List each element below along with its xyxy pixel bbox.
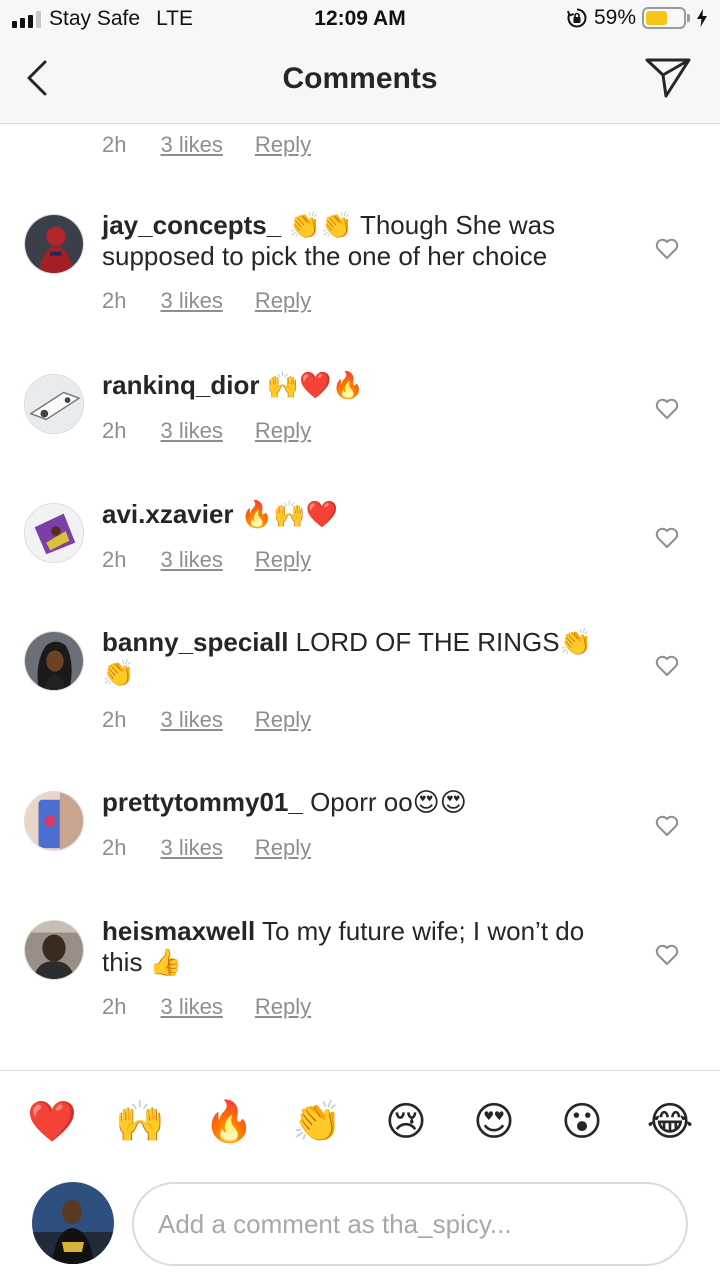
comment-meta: 2h 3 likes Reply [102,418,311,444]
reply-button[interactable]: Reply [255,835,311,861]
reply-button[interactable]: Reply [255,707,311,733]
emoji-raised-hands-button[interactable]: 🙌 [115,1097,165,1147]
comments-list[interactable]: 2h 3 likes Reply jay_concepts_ 👏👏 Though… [0,124,720,1069]
comment-meta: 2h 3 likes Reply [102,547,311,573]
comment-meta: 2h 3 likes Reply [102,288,311,314]
comment-meta: 2h 3 likes Reply [102,835,311,861]
emoji-laughing-button[interactable]: 😂 [645,1097,695,1147]
add-comment-input[interactable] [132,1182,688,1266]
comment-likes-link[interactable]: 3 likes [160,547,222,573]
heart-outline-icon [655,815,679,836]
comment-body: Oporr oo😍😍 [302,787,467,817]
comment-time: 2h [102,418,127,443]
emoji-heart-button[interactable]: ❤️ [27,1097,77,1147]
share-button[interactable] [644,56,692,100]
comment-time: 2h [102,132,127,157]
comment-time: 2h [102,707,127,732]
comment-likes-link[interactable]: 3 likes [160,994,222,1020]
emoji-fire-button[interactable]: 🔥 [204,1097,254,1147]
comment-username[interactable]: prettytommy01_ [102,787,303,817]
emoji-surprised-button[interactable]: 😮 [557,1097,607,1147]
avatar[interactable] [24,791,84,851]
direct-message-icon [645,58,691,98]
page-title: Comments [282,62,438,95]
emoji-crying-button[interactable]: 😢 [381,1097,431,1147]
comment-time: 2h [102,288,127,313]
like-comment-button[interactable] [654,813,680,839]
comment-text: prettytommy01_ Oporr oo😍😍 [102,787,622,818]
comment-likes-link[interactable]: 3 likes [160,288,222,314]
like-comment-button[interactable] [654,396,680,422]
reply-button[interactable]: Reply [255,994,311,1020]
emoji-clap-button[interactable]: 👏 [292,1097,342,1147]
reply-button[interactable]: Reply [255,418,311,444]
battery-percent: 59% [593,6,636,29]
emoji-quick-reply-bar: ❤️ 🙌 🔥 👏 😢 😍 😮 😂 [0,1070,720,1170]
comment-text: heismaxwell To my future wife; I won’t d… [102,916,622,978]
comment-username[interactable]: rankinq_dior [102,370,259,400]
status-right: 59% [566,6,708,30]
charging-bolt-icon [697,9,707,27]
comment-time: 2h [102,547,127,572]
comment-username[interactable]: banny_speciall [102,627,288,657]
comment-composer [0,1170,720,1280]
comment-text: rankinq_dior 🙌❤️🔥 [102,370,622,401]
comment-likes-link[interactable]: 3 likes [160,418,222,444]
comment-text: jay_concepts_ 👏👏 Though She was supposed… [102,210,622,272]
comment-username[interactable]: heismaxwell [102,916,255,946]
comment-meta: 2h 3 likes Reply [102,994,311,1020]
like-comment-button[interactable] [654,942,680,968]
heart-outline-icon [655,398,679,419]
reply-button[interactable]: Reply [255,547,311,573]
comment-likes-link[interactable]: 3 likes [160,132,222,158]
orientation-lock-icon [567,8,587,28]
comment-body: 🔥🙌❤️ [233,499,338,529]
comment-username[interactable]: jay_concepts_ [102,210,281,240]
comment-likes-link[interactable]: 3 likes [160,707,222,733]
comment-meta: 2h 3 likes Reply [102,132,311,158]
battery-cap [687,14,690,22]
comment-time: 2h [102,835,127,860]
current-user-avatar [32,1182,114,1264]
status-bar: Stay Safe LTE 12:09 AM 59% [0,0,720,40]
reply-button[interactable]: Reply [255,288,311,314]
comment-meta: 2h 3 likes Reply [102,707,311,733]
like-comment-button[interactable] [654,525,680,551]
comment-body: 🙌❤️🔥 [259,370,364,400]
avatar[interactable] [24,214,84,274]
battery-icon [642,7,686,29]
avatar[interactable] [24,631,84,691]
comment-time: 2h [102,994,127,1019]
comment-likes-link[interactable]: 3 likes [160,835,222,861]
comment-text: banny_speciall LORD OF THE RINGS👏👏 [102,627,622,689]
heart-outline-icon [655,655,679,676]
heart-outline-icon [655,944,679,965]
like-comment-button[interactable] [654,653,680,679]
heart-outline-icon [655,238,679,259]
avatar[interactable] [24,374,84,434]
battery-level [646,11,668,25]
nav-bar: Comments [0,40,720,124]
heart-outline-icon [655,527,679,548]
avatar[interactable] [24,920,84,980]
comment-username[interactable]: avi.xzavier [102,499,234,529]
like-comment-button[interactable] [654,236,680,262]
emoji-heart-eyes-button[interactable]: 😍 [469,1097,519,1147]
comment-text: avi.xzavier 🔥🙌❤️ [102,499,622,530]
reply-button[interactable]: Reply [255,132,311,158]
avatar[interactable] [24,503,84,563]
